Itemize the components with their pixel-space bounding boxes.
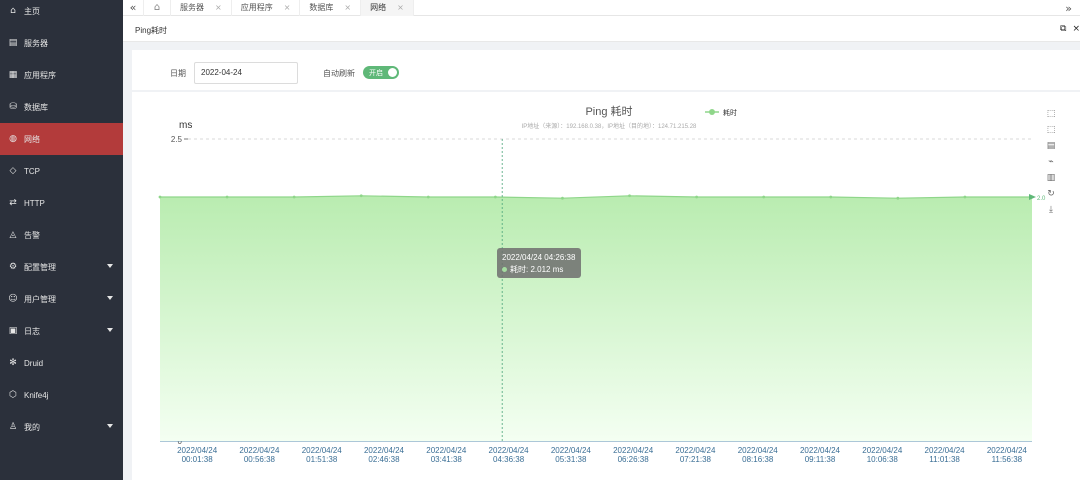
chart-tooltip: 2022/04/24 04:26:38 耗时: 2.012 ms [497,248,581,278]
data-point [158,195,162,199]
y-tick-label: 2.5 [171,135,183,144]
x-tick-label-date: 2022/04/24 [613,446,654,455]
x-tick-label-time: 02:46:38 [368,455,400,464]
x-tick-label-time: 05:31:38 [555,455,587,464]
data-point [292,195,296,199]
x-tick-label-time: 00:01:38 [182,455,214,464]
ping-chart[interactable]: Ping 耗时 IP地址（来源）：192.168.0.38，IP地址（目的地）：1… [0,0,1080,480]
tooltip-series-dot [502,267,507,273]
zoom-icon[interactable]: ⬚ [1047,108,1056,118]
x-tick-label-time: 11:01:38 [929,455,960,464]
last-value-label: 2.0 [1037,196,1046,202]
legend-marker [709,109,715,115]
zoom-reset-icon[interactable]: ⬚ [1047,124,1056,134]
x-tick-label-time: 04:36:38 [493,455,525,464]
chart-subtitle: IP地址（来源）：192.168.0.38，IP地址（目的地）：124.71.2… [522,122,697,130]
data-point [561,196,564,200]
x-tick-label-time: 06:26:38 [618,455,650,464]
x-tick-label-time: 03:41:38 [431,455,463,464]
x-tick-label-date: 2022/04/24 [364,446,405,455]
x-tick-label-date: 2022/04/24 [675,446,716,455]
last-value-marker [1029,193,1036,200]
line-chart-icon[interactable]: ⌁ [1048,156,1053,166]
x-tick-label-date: 2022/04/24 [925,446,966,455]
x-tick-label-time: 10:06:38 [867,455,899,464]
app-window: ⌂ 主页 ▤ 服务器 ▦ 应用程序 ⛁ 数据库 ◍ 网络 ◇ TCP ⇄ HTTP ◬ 告警 ⚙ 配置管理 ☺ 用户管… [0,0,1080,480]
data-point [225,195,229,199]
bar-chart-icon[interactable]: ▥ [1047,172,1056,182]
data-point [628,194,631,198]
x-tick-label-date: 2022/04/24 [239,446,280,455]
data-point [963,195,967,199]
x-tick-label-time: 00:56:38 [244,455,276,464]
x-tick-label-time: 07:21:38 [680,455,712,464]
x-tick-label-time: 01:51:38 [306,455,338,464]
x-tick-label-time: 08:16:38 [742,455,774,464]
x-tick-label-date: 2022/04/24 [177,446,218,455]
data-point [896,196,900,200]
chart-title: Ping 耗时 [585,105,632,118]
x-tick-label-time: 09:11:38 [805,455,836,464]
tooltip-series-label: 耗时 [510,265,526,274]
x-tick-label-date: 2022/04/24 [862,446,903,455]
data-point [426,195,430,199]
tooltip-time: 2022/04/24 04:26:38 [502,253,576,262]
data-point [762,195,766,199]
data-point [829,195,833,199]
tooltip-value: 2.012 ms [530,265,564,274]
x-tick-label-date: 2022/04/24 [800,446,841,455]
legend-label: 耗时 [723,108,737,117]
x-tick-label-date: 2022/04/24 [426,446,467,455]
download-icon[interactable]: ⤓ [1049,204,1053,214]
series-area [160,195,1032,441]
x-tick-label-time: 11:56:38 [992,455,1023,464]
x-tick-label-date: 2022/04/24 [302,446,343,455]
data-point [359,194,363,198]
y-axis-unit: ms [179,120,192,131]
x-tick-label-date: 2022/04/24 [738,446,779,455]
data-view-icon[interactable]: ▤ [1047,140,1056,150]
x-tick-label-date: 2022/04/24 [489,446,530,455]
restore-icon[interactable]: ↻ [1047,188,1055,198]
x-tick-label-date: 2022/04/24 [551,446,592,455]
data-point [493,195,497,199]
x-tick-label-date: 2022/04/24 [987,446,1028,455]
data-point [695,195,699,199]
